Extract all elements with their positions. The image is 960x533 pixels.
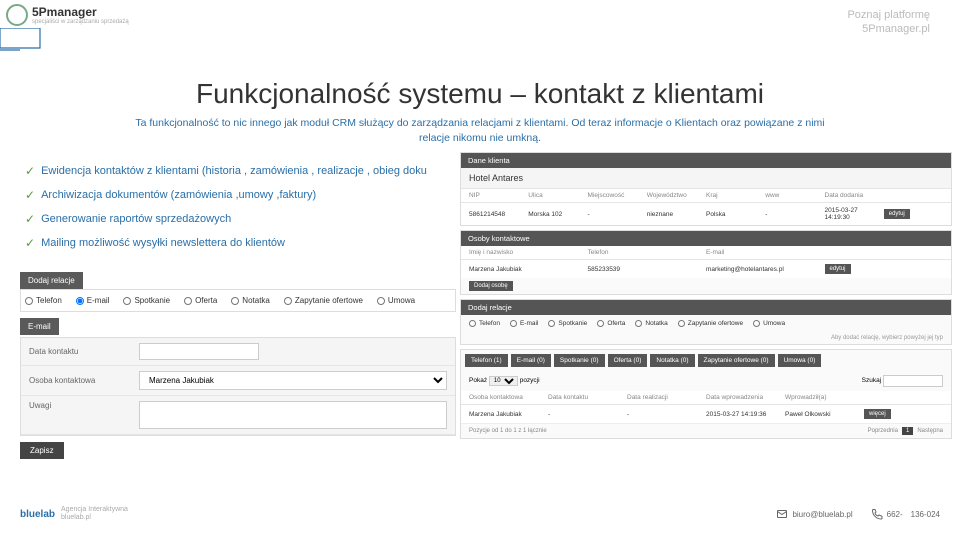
edit-button[interactable]: edytuj	[825, 264, 851, 274]
radio-umowa[interactable]: Umowa	[753, 320, 785, 327]
client-data-header: Dane klienta	[461, 153, 951, 168]
radio-spotkanie[interactable]: Spotkanie	[548, 320, 587, 327]
right-client-panel: Dane klienta Hotel Antares NIPUlicaMiejs…	[460, 152, 952, 443]
radio-telefon[interactable]: Telefon	[25, 296, 62, 305]
brand-name: 5Pmanager	[32, 5, 129, 19]
relation-type-radios: Telefon E-mail Spotkanie Oferta Notatka …	[20, 289, 456, 312]
left-form-panel: Dodaj relacje Telefon E-mail Spotkanie O…	[20, 270, 456, 463]
footer-logo: bluelab	[20, 509, 55, 520]
client-row: 5861214548Morska 102-nieznanePolska-2015…	[461, 203, 951, 225]
check-icon: ✓	[25, 212, 35, 226]
email-section-header: E-mail	[20, 318, 59, 335]
next-link[interactable]: Następna	[917, 428, 943, 434]
feature-list: ✓Ewidencja kontaktów z klientami (histor…	[25, 164, 427, 260]
page-subtitle: Ta funkcjonalność to nic innego jak modu…	[120, 116, 840, 145]
mail-icon	[776, 508, 788, 520]
header-logo: 5Pmanager specjaliści w zarządzaniu sprz…	[6, 4, 129, 26]
check-icon: ✓	[25, 164, 35, 178]
pagination-info: Pozycje od 1 do 1 z 1 łącznie	[469, 428, 547, 434]
add-relation-header: Dodaj relacje	[20, 272, 83, 289]
radio-umowa[interactable]: Umowa	[377, 296, 415, 305]
more-button[interactable]: więcej	[864, 409, 891, 419]
relation-columns: Osoba kontaktowaData kontaktuData realiz…	[461, 391, 951, 405]
radio-notatka[interactable]: Notatka	[231, 296, 270, 305]
tab-zapytanie[interactable]: Zapytanie ofertowe (0)	[698, 354, 775, 367]
notes-label: Uwagi	[29, 401, 139, 410]
radio-oferta[interactable]: Oferta	[597, 320, 625, 327]
add-person-button[interactable]: Dodaj osobę	[469, 281, 513, 291]
list-item: ✓Generowanie raportów sprzedażowych	[25, 212, 427, 226]
contacts-columns: Imię i nazwiskoTelefonE-mail	[461, 246, 951, 260]
slide-footer: bluelab Agencja Interaktywnabluelab.pl b…	[0, 499, 960, 529]
edit-button[interactable]: edytuj	[884, 209, 910, 219]
radio-zapytanie[interactable]: Zapytanie ofertowe	[678, 320, 743, 327]
contacts-header: Osoby kontaktowe	[461, 231, 951, 246]
radio-spotkanie[interactable]: Spotkanie	[123, 296, 170, 305]
top-right-caption: Poznaj platformę5Pmanager.pl	[847, 8, 930, 37]
logo-circle	[6, 4, 28, 26]
page-size-select[interactable]: 10	[489, 376, 518, 386]
tab-telefon[interactable]: Telefon (1)	[465, 354, 508, 367]
page-title: Funkcjonalność systemu – kontakt z klien…	[0, 78, 960, 110]
search-input[interactable]	[883, 375, 943, 387]
phone-icon	[871, 508, 883, 520]
check-icon: ✓	[25, 236, 35, 250]
save-button[interactable]: Zapisz	[20, 442, 64, 459]
add-relation-header: Dodaj relacje	[461, 300, 951, 315]
tab-umowa[interactable]: Umowa (0)	[778, 354, 822, 367]
prev-link[interactable]: Poprzednia	[868, 428, 898, 434]
radio-email[interactable]: E-mail	[76, 296, 110, 305]
footer-phone: 662-136-024	[871, 508, 940, 520]
radio-telefon[interactable]: Telefon	[469, 320, 500, 327]
brand-tagline: specjaliści w zarządzaniu sprzedażą	[32, 19, 129, 25]
notes-textarea[interactable]	[139, 401, 447, 429]
tab-oferta[interactable]: Oferta (0)	[608, 354, 648, 367]
relation-radios: Telefon E-mail Spotkanie Oferta Notatka …	[461, 315, 951, 332]
list-item: ✓Ewidencja kontaktów z klientami (histor…	[25, 164, 427, 178]
radio-email[interactable]: E-mail	[510, 320, 538, 327]
list-item: ✓Archiwizacja dokumentów (zamówienia ,um…	[25, 188, 427, 202]
tab-notatka[interactable]: Notatka (0)	[650, 354, 694, 367]
date-input[interactable]	[139, 343, 259, 360]
check-icon: ✓	[25, 188, 35, 202]
client-columns: NIPUlicaMiejscowośćWojewództwoKrajwwwDat…	[461, 189, 951, 203]
client-name: Hotel Antares	[461, 168, 951, 189]
tab-spotkanie[interactable]: Spotkanie (0)	[554, 354, 605, 367]
page-number[interactable]: 1	[902, 427, 913, 435]
person-label: Osoba kontaktowa	[29, 376, 139, 385]
contact-row: Marzena Jakubiak585233539marketing@hotel…	[461, 260, 951, 278]
date-label: Data kontaktu	[29, 347, 139, 356]
relation-tabs: Telefon (1) E-mail (0) Spotkanie (0) Ofe…	[461, 350, 951, 371]
relation-row: Marzena Jakubiak--2015-03-27 14:19:36Paw…	[461, 405, 951, 423]
decorative-lines	[0, 28, 50, 68]
relation-hint: Aby dodać relację, wybierz powyżej jej t…	[461, 332, 951, 344]
footer-email: biuro@bluelab.pl	[776, 508, 852, 520]
tab-email[interactable]: E-mail (0)	[511, 354, 551, 367]
list-item: ✓Mailing możliwość wysyłki newslettera d…	[25, 236, 427, 250]
footer-agency: Agencja Interaktywnabluelab.pl	[61, 506, 128, 521]
radio-zapytanie[interactable]: Zapytanie ofertowe	[284, 296, 363, 305]
person-select[interactable]: Marzena Jakubiak	[139, 371, 447, 390]
radio-notatka[interactable]: Notatka	[635, 320, 667, 327]
radio-oferta[interactable]: Oferta	[184, 296, 217, 305]
